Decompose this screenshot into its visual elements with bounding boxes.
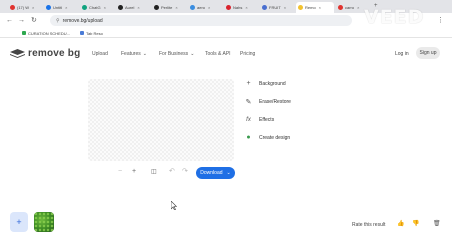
close-icon[interactable]: × <box>137 5 139 10</box>
removebg-logo[interactable]: remove bg <box>10 48 80 59</box>
bookmark-item[interactable]: Tab Reso <box>79 31 103 36</box>
tab-favicon-icon <box>10 5 15 10</box>
delete-icon[interactable]: 🗑 <box>433 220 441 228</box>
image-thumbnail[interactable] <box>34 212 54 232</box>
add-image-button[interactable]: + <box>10 212 28 232</box>
tab-favicon-icon <box>46 5 51 10</box>
close-icon[interactable]: × <box>245 5 247 10</box>
background-option[interactable]: + Background <box>244 79 285 88</box>
nav-upload[interactable]: Upload <box>92 51 108 57</box>
fx-icon: fx <box>246 116 251 123</box>
browser-tab[interactable]: Nahs × <box>224 2 259 13</box>
close-icon[interactable]: × <box>175 5 177 10</box>
image-canvas[interactable] <box>88 79 234 161</box>
nav-for-business[interactable]: For Business ⌄ <box>159 51 194 57</box>
tab-favicon-icon <box>190 5 195 10</box>
bookmarks-bar: CURATION SCHEDU... Tab Reso <box>0 29 452 38</box>
nav-tools-api[interactable]: Tools & API <box>205 51 231 57</box>
rate-result-label: Rate this result <box>352 222 386 228</box>
design-icon: ● <box>246 134 251 141</box>
menu-icon[interactable]: ⋮ <box>437 17 444 24</box>
url-text: remove.bg/upload <box>62 17 103 24</box>
tab-favicon-icon <box>226 5 231 10</box>
veed-watermark: VEED <box>364 6 425 28</box>
close-icon[interactable]: × <box>357 5 359 10</box>
chevron-down-icon: ⌄ <box>226 170 231 176</box>
download-button[interactable]: Download ⌄ <box>196 167 235 179</box>
logo-icon <box>10 49 25 58</box>
browser-tab[interactable]: aero × <box>188 2 223 13</box>
effects-option[interactable]: fx Effects <box>244 115 274 124</box>
zoom-in-button[interactable]: + <box>132 168 136 176</box>
browser-tab[interactable]: Perlite × <box>152 2 187 13</box>
browser-tab[interactable]: FRUIT × <box>260 2 295 13</box>
tab-favicon-icon <box>118 5 123 10</box>
tab-favicon-icon <box>82 5 87 10</box>
close-icon[interactable]: × <box>319 5 321 10</box>
bookmark-favicon-icon <box>22 31 26 35</box>
plus-icon: + <box>246 80 251 87</box>
nav-features[interactable]: Features ⌄ <box>121 51 147 57</box>
forward-icon[interactable]: → <box>18 17 25 24</box>
eraser-icon: ✎ <box>245 98 252 106</box>
thumbs-down-icon[interactable]: 👎 <box>412 220 419 228</box>
signup-button[interactable]: Sign up <box>416 47 440 59</box>
logo-text: remove bg <box>28 48 81 59</box>
tab-favicon-icon <box>262 5 267 10</box>
close-icon[interactable]: × <box>32 5 34 10</box>
browser-tab[interactable]: ChatG × <box>80 2 115 13</box>
browser-tab-active[interactable]: Remo × <box>296 2 334 13</box>
site-info-icon: ⚲ <box>56 17 60 24</box>
chevron-down-icon: ⌄ <box>142 51 147 57</box>
chevron-down-icon: ⌄ <box>190 51 195 57</box>
bookmark-favicon-icon <box>79 31 84 35</box>
address-bar[interactable]: ⚲ remove.bg/upload <box>50 15 352 26</box>
browser-tab[interactable]: Aurel × <box>116 2 151 13</box>
close-icon[interactable]: × <box>284 5 286 10</box>
login-link[interactable]: Log in <box>395 51 409 57</box>
undo-button[interactable]: ↶ <box>169 168 175 176</box>
zoom-out-button[interactable]: − <box>118 168 122 176</box>
back-icon[interactable]: ← <box>6 17 13 24</box>
close-icon[interactable]: × <box>208 5 210 10</box>
compare-button[interactable]: ◫ <box>151 168 157 176</box>
browser-tab[interactable]: (17) W × <box>8 2 43 13</box>
erase-restore-option[interactable]: ✎ Erase/Restore <box>244 97 291 106</box>
nav-pricing[interactable]: Pricing <box>240 51 255 57</box>
reload-icon[interactable]: ↻ <box>31 17 37 24</box>
thumbs-up-icon[interactable]: 👍 <box>397 220 404 228</box>
tab-favicon-icon <box>154 5 159 10</box>
redo-button[interactable]: ↷ <box>182 168 188 176</box>
create-design-option[interactable]: ● Create design <box>244 133 290 142</box>
close-icon[interactable]: × <box>104 5 106 10</box>
tab-favicon-icon <box>338 5 343 10</box>
mouse-cursor-icon <box>171 201 177 210</box>
tab-favicon-icon <box>298 5 303 10</box>
bookmark-item[interactable]: CURATION SCHEDU... <box>22 31 70 36</box>
browser-tab[interactable]: Untitl × <box>44 2 79 13</box>
close-icon[interactable]: × <box>65 5 67 10</box>
